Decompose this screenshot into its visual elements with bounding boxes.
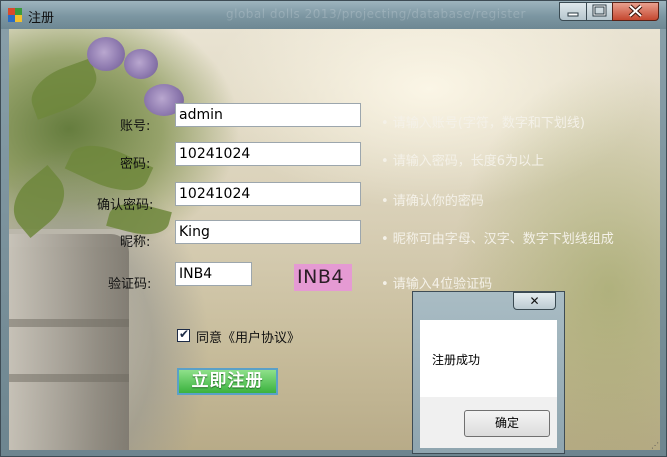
maximize-icon	[592, 4, 607, 17]
message-body: 注册成功	[420, 320, 557, 397]
captcha-hint: • 请输入4位验证码	[381, 277, 493, 292]
message-text: 注册成功	[432, 353, 481, 367]
nickname-hint: • 昵称可由字母、汉字、数字下划线组成	[381, 232, 614, 247]
password-input[interactable]	[175, 142, 361, 166]
close-icon: ✕	[529, 294, 540, 308]
checkmark-icon: ✔	[179, 327, 190, 341]
agreement-text[interactable]: 同意《用户协议》	[196, 327, 300, 346]
ok-button[interactable]: 确定	[464, 410, 550, 437]
confirm-password-input[interactable]	[175, 182, 361, 206]
password-label: 密码:	[120, 157, 151, 172]
background-window-title: global dolls 2013/projecting/database/re…	[226, 7, 526, 21]
maximize-button[interactable]	[586, 2, 613, 21]
flower-decoration	[87, 37, 125, 71]
password-hint: • 请输入密码，长度6为以上	[381, 154, 545, 169]
pot-band-decoration	[9, 319, 129, 327]
close-icon	[628, 4, 643, 18]
nickname-input[interactable]	[175, 220, 361, 244]
pot-band-decoration	[9, 374, 129, 382]
minimize-button[interactable]	[559, 2, 587, 21]
title-bar[interactable]: 注册 global dolls 2013/projecting/database…	[1, 1, 666, 29]
agreement-checkbox[interactable]: ✔	[177, 327, 190, 342]
account-label: 账号:	[120, 119, 151, 134]
account-hint: • 请输入账号(字符，数字和下划线)	[381, 116, 585, 131]
register-window: 注册 global dolls 2013/projecting/database…	[0, 0, 667, 457]
message-close-button[interactable]: ✕	[513, 292, 556, 310]
flower-decoration	[124, 49, 158, 79]
leaf-decoration	[9, 164, 77, 239]
success-message-box: ✕ 注册成功 确定	[412, 291, 565, 454]
register-button[interactable]: 立即注册	[177, 368, 278, 395]
account-input[interactable]	[175, 103, 361, 127]
close-button[interactable]	[612, 2, 659, 21]
captcha-label: 验证码:	[108, 277, 152, 292]
confirm-password-hint: • 请确认你的密码	[381, 194, 484, 209]
leaf-decoration	[24, 58, 104, 120]
captcha-image[interactable]: INB4	[294, 264, 352, 291]
confirm-password-label: 确认密码:	[97, 198, 154, 213]
message-footer: 确定	[420, 397, 557, 448]
nickname-label: 昵称:	[120, 235, 151, 250]
window-title: 注册	[28, 11, 55, 26]
resize-grip-icon[interactable]: ⋰	[651, 441, 661, 451]
captcha-image-text: INB4	[297, 266, 344, 288]
captcha-input[interactable]	[175, 262, 252, 286]
pot-body-decoration	[9, 234, 129, 450]
app-icon	[8, 8, 22, 22]
minimize-icon	[567, 12, 579, 17]
